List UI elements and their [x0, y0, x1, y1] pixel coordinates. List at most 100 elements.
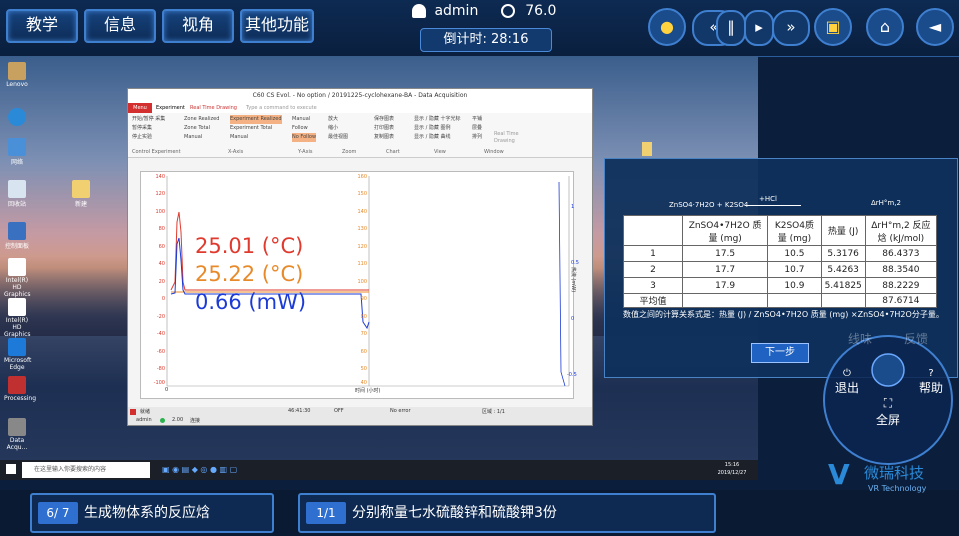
pause-acq-button[interactable]: 暂停采集 [132, 124, 165, 133]
window-title: C60 CS Evol. - No option / 20191225-cycl… [128, 89, 592, 103]
ribbon-group-chart: 保存图表 打印图表 复制图表 [374, 115, 394, 142]
edge-icon [8, 338, 26, 356]
real-time-drawing-button[interactable]: Real Time Drawing [494, 131, 522, 145]
folder-icon [72, 180, 90, 198]
yaxis-no-follow-button[interactable]: No Follow [292, 133, 317, 142]
ribbon-group-zoom: 放大 缩小 最佳视图 [328, 115, 348, 142]
connection-indicator [160, 418, 165, 423]
network-icon [8, 138, 26, 156]
folder-icon[interactable] [642, 142, 652, 156]
desktop-icon-new[interactable]: 新建 [68, 180, 94, 208]
recycle-bin-icon [8, 180, 26, 198]
x-axis-zero: 0 [165, 387, 169, 393]
cascade-button[interactable]: 层叠 [472, 124, 482, 133]
ribbon-group-view: 显示 / 隐藏 十字光标 显示 / 隐藏 图例 显示 / 隐藏 曲线 [414, 115, 460, 142]
help-icon: ? [928, 368, 934, 379]
taskbar-apps[interactable]: ▣ ◉ ▤ ◆ ◎ ● ▥ ▢ [162, 465, 237, 474]
score: 76.0 [525, 3, 557, 19]
wheel-fullscreen-button[interactable]: ⛶ 全屏 [870, 396, 906, 428]
home-button[interactable]: ⌂ [866, 8, 904, 46]
tab-menu[interactable]: Menu [128, 103, 152, 113]
zoom-out-button[interactable]: 缩小 [328, 124, 348, 133]
tab-experiment[interactable]: Experiment [156, 103, 185, 113]
windows-start-icon[interactable] [6, 464, 16, 474]
power-icon: ⏻ [843, 368, 851, 379]
username: admin [434, 3, 479, 19]
folder-icon [8, 62, 26, 80]
right-axis-label: 热流 (mW) [570, 266, 577, 293]
taskbar-clock[interactable]: 15:16 2019/12/27 [708, 461, 756, 477]
arrange-button[interactable]: 排列 [472, 133, 482, 142]
desktop-icon-edge[interactable]: Microsoft Edge [4, 338, 31, 371]
bookmark-button[interactable]: ▣ [814, 8, 852, 46]
experiment-realized-button[interactable]: Experiment Realized [230, 115, 282, 124]
reaction-arrow [745, 205, 801, 206]
xaxis-manual-input[interactable]: Manual [230, 133, 282, 142]
zone-total-button[interactable]: Zone Total [184, 124, 219, 133]
desktop-icon-recycle[interactable]: 回收站 [4, 180, 30, 208]
table-row: 3 17.9 10.9 5.41825 88.2229 [623, 277, 938, 294]
real-time-plot[interactable]: 140 120 100 80 60 40 20 0 -20 -40 -60 -8… [140, 171, 579, 399]
next-step-button[interactable]: 下一步 [751, 343, 809, 363]
desktop-icon-data-acq[interactable]: Data Acqu... [4, 418, 30, 451]
score-icon [500, 4, 515, 18]
countdown-timer: 倒计时: 28:16 [420, 28, 552, 52]
nav-view[interactable]: 视角 [162, 9, 234, 43]
experiment-total-button[interactable]: Experiment Total [230, 124, 282, 133]
x-axis-label: 时间 (小时) [355, 388, 381, 394]
substep-title: 分别称量七水硫酸锌和硫酸钾3份 [352, 505, 557, 521]
desktop-icon-control[interactable]: 控制面板 [4, 222, 30, 250]
print-chart-button[interactable]: 打印图表 [374, 124, 394, 133]
temp2-readout: 25.22 (°C) [195, 262, 304, 286]
xaxis-manual-button[interactable]: Manual [184, 133, 219, 142]
formula-text: 数值之间的计算关系式是：热量 (J) / ZnSO4•7H2O 质量 (mg) … [623, 310, 944, 319]
sound-button[interactable]: ◄ [916, 8, 954, 46]
command-search[interactable]: Type a command to execute [246, 103, 317, 113]
fast-forward-button[interactable]: » [772, 10, 810, 46]
toggle-legend-button[interactable]: 显示 / 隐藏 图例 [414, 124, 460, 133]
fullscreen-icon: ⛶ [883, 396, 893, 410]
pause-button[interactable]: ‖ [716, 10, 746, 46]
stop-experiment-button[interactable]: 停止实验 [132, 133, 165, 142]
bookmark-icon: ▣ [825, 17, 841, 36]
hint-bulb-button[interactable]: ● [648, 8, 686, 46]
ribbon-group-yaxis: Manual Follow No Follow [292, 115, 317, 142]
save-chart-button[interactable]: 保存图表 [374, 115, 394, 124]
desktop-icon-target[interactable] [4, 108, 30, 127]
file-icon [8, 258, 26, 276]
nav-teaching[interactable]: 教学 [6, 9, 78, 43]
power-readout: 0.66 (mW) [195, 290, 307, 314]
bulb-icon: ● [660, 17, 674, 36]
wheel-exit-button[interactable]: ⏻ 退出 [832, 368, 862, 396]
taskbar-search-box[interactable]: 在这里输入你要搜索的内容 [22, 462, 150, 478]
start-pause-button[interactable]: 开始/暂停 采集 [132, 115, 165, 124]
play-icon: ▸ [755, 18, 763, 36]
control-panel-icon [8, 222, 26, 240]
nav-info[interactable]: 信息 [84, 9, 156, 43]
ribbon-group-xaxis: Zone Realized Zone Total Manual [184, 115, 219, 142]
best-view-button[interactable]: 最佳视图 [328, 133, 348, 142]
desktop-icon-network[interactable]: 网络 [4, 138, 30, 166]
toggle-crosshair-button[interactable]: 显示 / 隐藏 十字光标 [414, 115, 460, 124]
desktop-icon-processing[interactable]: Processing [4, 376, 36, 402]
step-progress-box: 6/ 7 生成物体系的反应焓 [30, 493, 274, 533]
mid-axis-ticks: 160 150 140 130 120 110 100 90 80 70 60 … [357, 174, 367, 386]
data-acquisition-window: C60 CS Evol. - No option / 20191225-cycl… [127, 88, 593, 426]
taskbar-search-text: 在这里输入你要搜索的内容 [34, 466, 107, 473]
toggle-curve-button[interactable]: 显示 / 隐藏 曲线 [414, 133, 460, 142]
tab-real-time-drawing[interactable]: Real Time Drawing [190, 103, 237, 113]
zone-realized-button[interactable]: Zone Realized [184, 115, 219, 124]
nav-other[interactable]: 其他功能 [240, 9, 314, 43]
desktop-icon-lenovo[interactable]: Lenovo [4, 62, 30, 88]
tile-button[interactable]: 平铺 [472, 115, 482, 124]
yaxis-follow-button[interactable]: Follow [292, 124, 316, 133]
step-title: 生成物体系的反应焓 [84, 505, 210, 521]
yaxis-manual-button[interactable]: Manual [292, 115, 316, 124]
copy-chart-button[interactable]: 复制图表 [374, 133, 394, 142]
play-button[interactable]: ▸ [744, 10, 774, 46]
pause-icon: ‖ [727, 18, 735, 36]
wheel-help-button[interactable]: ? 帮助 [916, 368, 946, 396]
ribbon-group-window: 平铺 层叠 排列 [472, 115, 482, 142]
status-bar: 就绪 46:41:30 OFF No error 区域 : 1/1 admin … [128, 407, 592, 425]
zoom-in-button[interactable]: 放大 [328, 115, 348, 124]
